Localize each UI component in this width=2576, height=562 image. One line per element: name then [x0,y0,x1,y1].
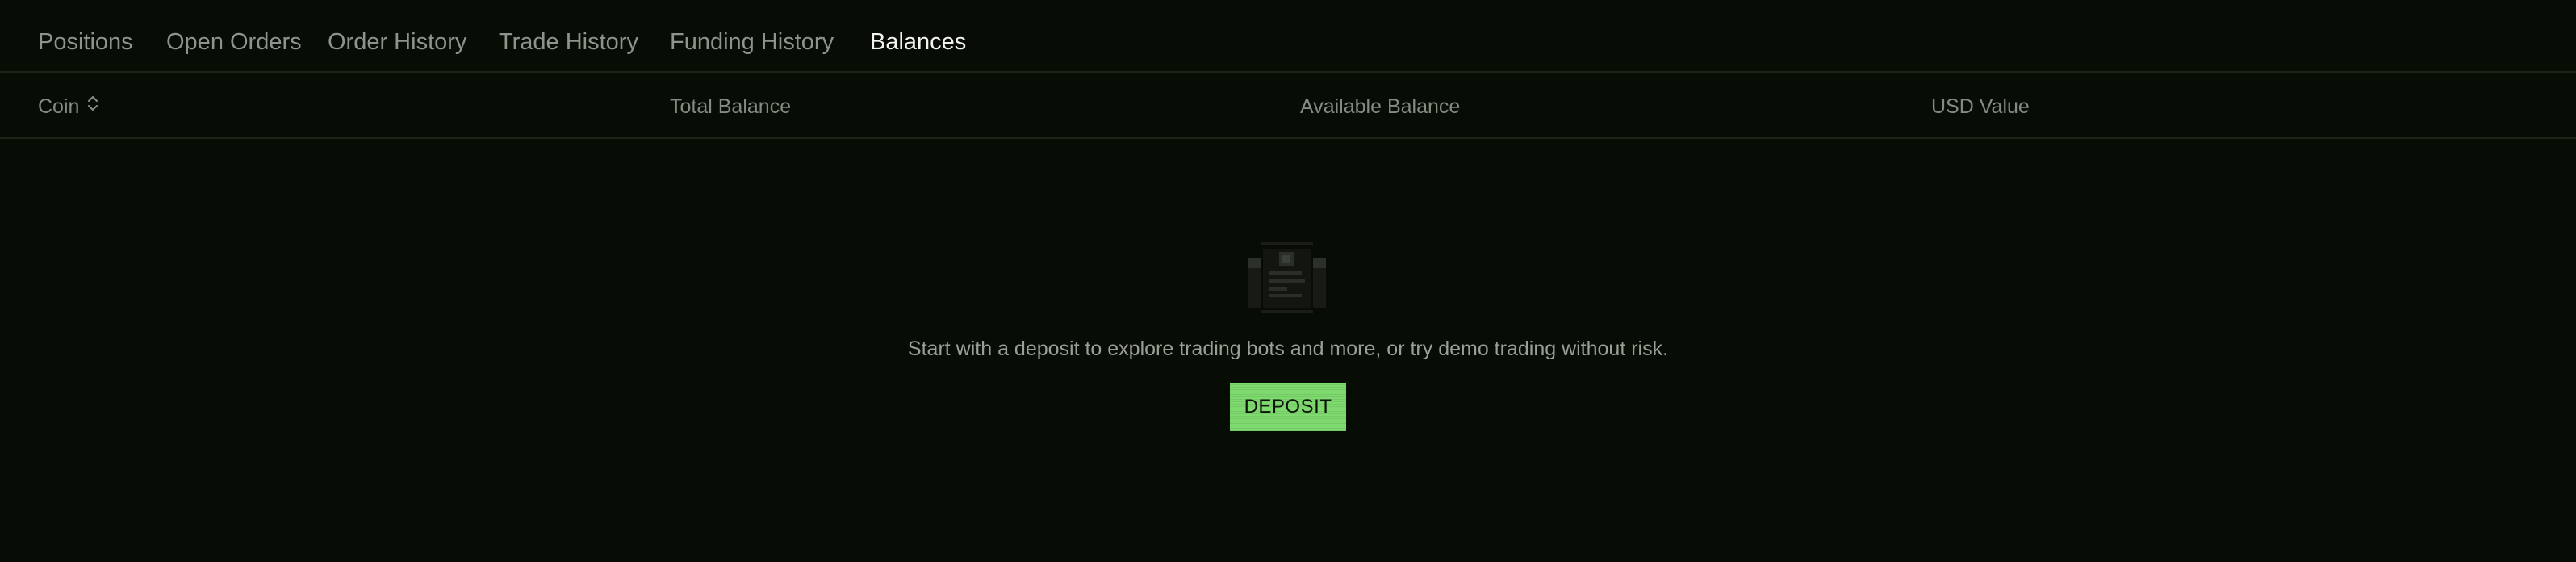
document-icon [1248,241,1326,319]
tab-positions[interactable]: Positions [38,24,133,60]
tab-order-history[interactable]: Order History [328,24,466,60]
column-header-usd-value: USD Value [1931,95,2030,118]
column-header-coin[interactable]: Coin [38,92,98,121]
deposit-button[interactable]: DEPOSIT [1230,383,1346,431]
tab-funding-history[interactable]: Funding History [670,24,834,60]
table-header: Coin Total Balance Available Balance USD… [0,73,2576,139]
tab-open-orders[interactable]: Open Orders [166,24,302,60]
sort-icon [87,91,98,120]
column-header-available-balance: Available Balance [1300,95,1461,118]
column-header-total-balance: Total Balance [670,95,792,118]
tab-trade-history[interactable]: Trade History [499,24,638,60]
tab-bar: Positions Open Orders Order History Trad… [0,0,2576,73]
tab-balances[interactable]: Balances [870,24,966,60]
empty-state-message: Start with a deposit to explore trading … [907,338,1669,360]
column-label-coin: Coin [38,95,80,118]
